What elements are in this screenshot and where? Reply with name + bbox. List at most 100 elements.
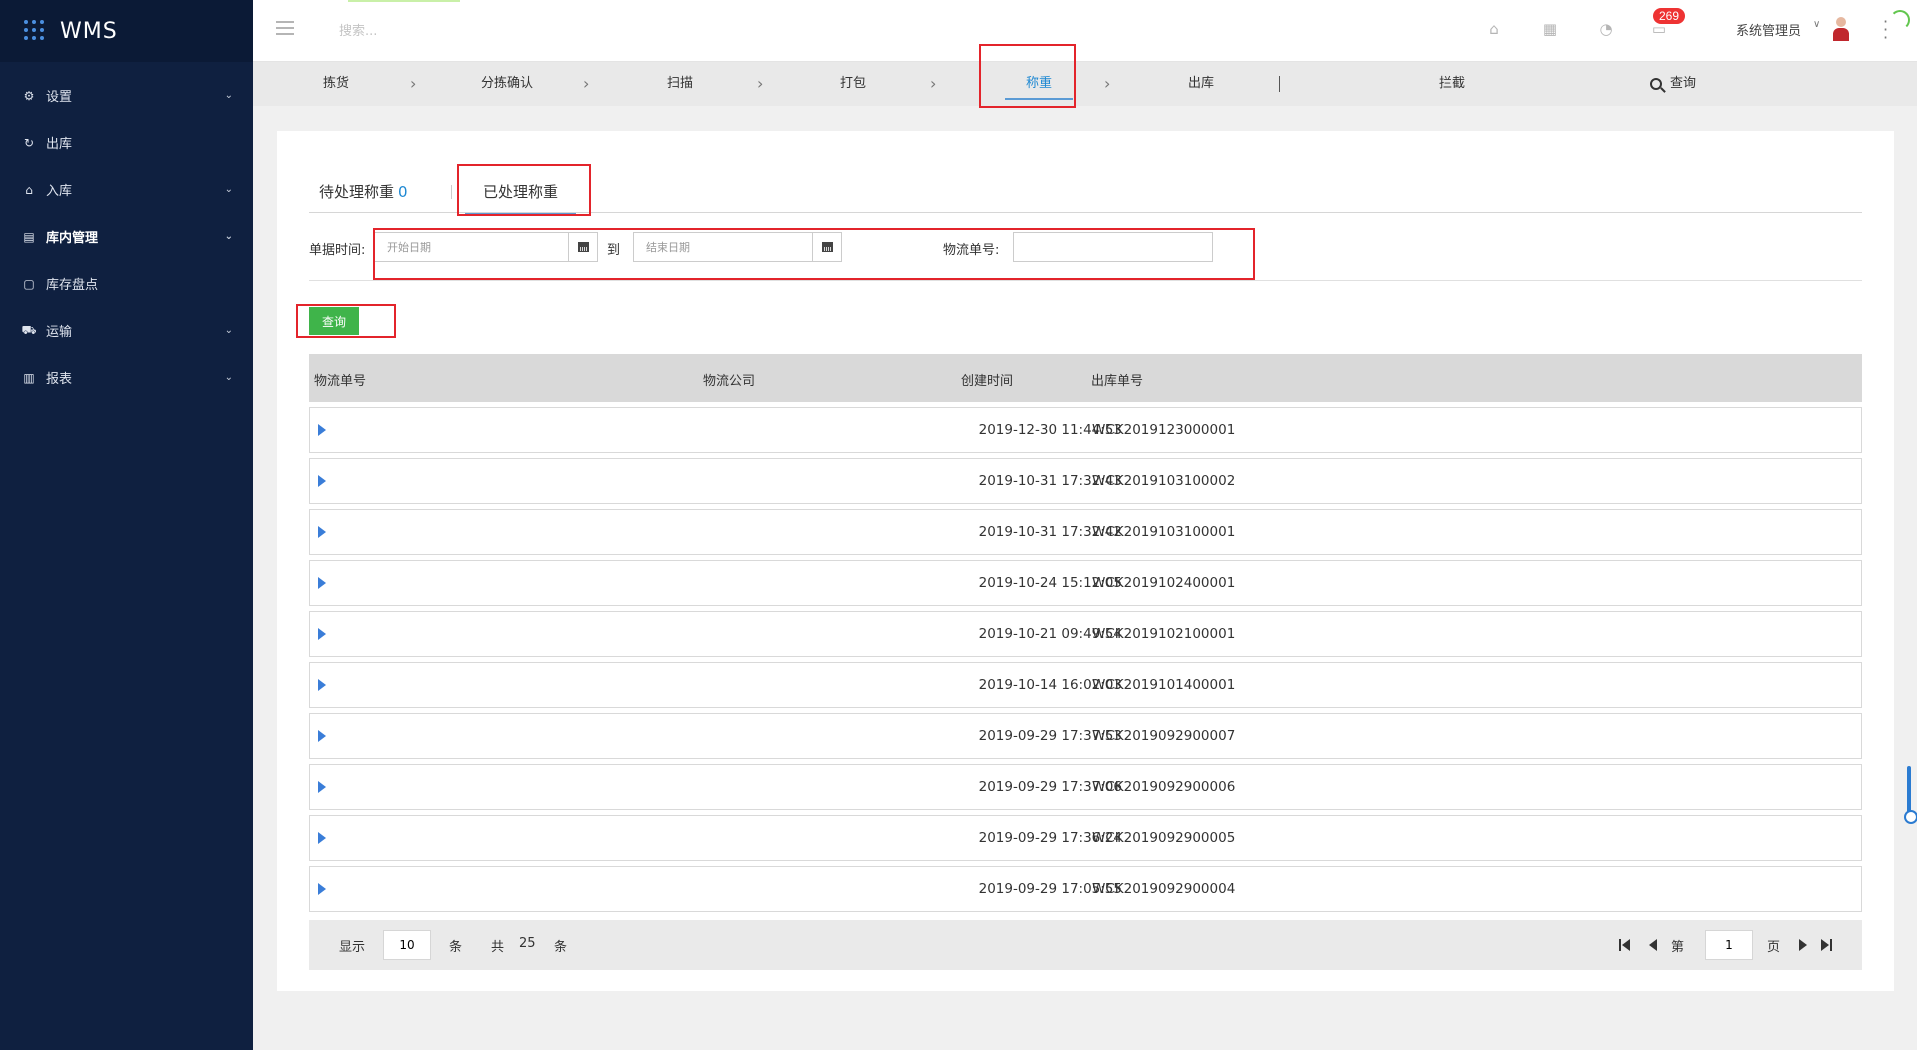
step-query[interactable]: 查询 [1650,62,1696,106]
sidebar-item-0[interactable]: ⚙ 设置 ⌄ [0,72,253,119]
end-date-input[interactable] [633,232,813,262]
table-row[interactable]: 2019-09-29 17:36:24 WCK2019092900005 [309,815,1862,861]
sidebar-item-label: 入库 [46,184,73,199]
last-page-icon[interactable] [1821,939,1833,951]
expand-row-icon[interactable] [318,526,326,538]
next-page-icon[interactable] [1797,939,1809,951]
start-date-input[interactable] [374,232,569,262]
chevron-down-icon: ⌄ [224,184,233,195]
sidebar-item-2[interactable]: ⌂ 入库 ⌄ [0,166,253,213]
sidebar-menu: ⚙ 设置 ⌄ ↻ 出库 ⌂ 入库 ⌄ ▤ 库内管理 ⌄ ▢ 库存盘点 ⛟ 运输 ⌄ ▥ 报表 ⌄ [0,72,253,401]
table-row[interactable]: 2019-10-31 17:32:43 WCK2019103100002 [309,458,1862,504]
search-input[interactable] [339,19,579,43]
chevron-down-icon: ⌄ [224,372,233,383]
expand-row-icon[interactable] [318,781,326,793]
cell-outbound-no: WCK2019101400001 [1092,677,1236,693]
chevron-right-icon: › [583,74,590,93]
table-row[interactable]: 2019-12-30 11:44:53 WCK2019123000001 [309,407,1862,453]
step-ship[interactable]: 出库 [1175,62,1227,106]
sidebar-item-label: 运输 [46,325,73,340]
tracking-no-input[interactable] [1013,232,1213,262]
expand-row-icon[interactable] [318,679,326,691]
tab-pending-label: 待处理称重 [319,183,395,201]
first-page-icon[interactable] [1619,939,1631,951]
tab-pending-weighing[interactable]: 待处理称重 0 [319,181,408,202]
current-page-input[interactable] [1705,930,1753,960]
chevron-right-icon: › [1104,74,1111,93]
avatar[interactable] [1833,17,1849,41]
sidebar-item-1[interactable]: ↻ 出库 [0,119,253,166]
gear-icon: ⚙ [23,88,35,103]
tracking-no-label: 物流单号: [943,243,1000,258]
notification-badge: 269 [1653,8,1686,24]
col-carrier: 物流公司 [703,374,756,389]
table-row[interactable]: 2019-10-31 17:32:42 WCK2019103100001 [309,509,1862,555]
tab-processed-weighing[interactable]: 已处理称重 [464,181,577,215]
weighing-panel: 待处理称重0 已处理称重 单据时间: 到 物流单号: 查询 物流单号 物流公司 … [277,131,1894,991]
step-scan[interactable]: 扫描 [654,62,706,106]
step-weigh[interactable]: 称重 [993,62,1085,106]
page-size-input[interactable] [383,930,431,960]
table-row[interactable]: 2019-09-29 17:05:55 WCK2019092900004 [309,866,1862,912]
sidebar-item-3[interactable]: ▤ 库内管理 ⌄ [0,213,253,260]
sidebar-item-6[interactable]: ▥ 报表 ⌄ [0,354,253,401]
table-row[interactable]: 2019-09-29 17:37:06 WCK2019092900006 [309,764,1862,810]
chevron-down-icon[interactable]: ∨ [1813,19,1820,30]
table-row[interactable]: 2019-10-21 09:49:54 WCK2019102100001 [309,611,1862,657]
table-body: 2019-12-30 11:44:53 WCK2019123000001 2019-… [309,407,1862,912]
app-title: WMS [60,18,118,44]
expand-row-icon[interactable] [318,832,326,844]
step-intercept[interactable]: 拦截 [1426,62,1478,106]
expand-row-icon[interactable] [318,628,326,640]
prev-page-icon[interactable] [1647,939,1659,951]
scroll-handle[interactable] [1904,766,1917,824]
chevron-right-icon: › [757,74,764,93]
expand-row-icon[interactable] [318,577,326,589]
start-calendar-button[interactable] [568,232,598,262]
end-calendar-button[interactable] [812,232,842,262]
brand[interactable]: WMS [0,0,253,62]
more-vertical-icon[interactable]: · · · [1883,14,1888,46]
chevron-down-icon: ⌄ [224,325,233,336]
cell-outbound-no: WCK2019092900007 [1092,728,1236,744]
loading-bar [348,0,460,2]
bar-chart-icon: ▥ [23,370,35,385]
expand-row-icon[interactable] [318,730,326,742]
table-row[interactable]: 2019-10-24 15:12:05 WCK2019102400001 [309,560,1862,606]
table-row[interactable]: 2019-10-14 16:02:03 WCK2019101400001 [309,662,1862,708]
menu-toggle-icon[interactable] [276,21,294,35]
expand-row-icon[interactable] [318,475,326,487]
table-row[interactable]: 2019-09-29 17:37:53 WCK2019092900007 [309,713,1862,759]
step-pick[interactable]: 拣货 [310,62,362,106]
inbound-icon: ⌂ [25,182,33,197]
chevron-right-icon: › [410,74,417,93]
show-label: 显示 [339,940,366,955]
truck-icon: ⛟ [21,322,37,337]
step-sort-confirm[interactable]: 分拣确认 [471,62,543,106]
step-pack[interactable]: 打包 [827,62,879,106]
cell-outbound-no: WCK2019102100001 [1092,626,1236,642]
pending-count: 0 [398,183,408,201]
sidebar-item-5[interactable]: ⛟ 运输 ⌄ [0,307,253,354]
sidebar-item-label: 报表 [46,372,73,387]
weighing-tabs: 待处理称重 0 已处理称重 [309,167,1862,215]
sidebar-item-4[interactable]: ▢ 库存盘点 [0,260,253,307]
query-button[interactable]: 查询 [309,307,359,335]
home-icon[interactable]: ⌂ [1485,20,1503,38]
tab-divider [451,185,452,199]
apps-icon[interactable]: ▦ [1541,20,1559,38]
bell-icon[interactable]: ◔ [1597,20,1615,38]
calendar-icon [577,242,589,252]
expand-row-icon[interactable] [318,883,326,895]
expand-row-icon[interactable] [318,424,326,436]
chevron-right-icon: › [930,74,937,93]
cell-outbound-no: WCK2019123000001 [1092,422,1236,438]
sidebar-item-label: 出库 [46,137,73,152]
spinner-icon [1890,10,1910,30]
top-bar: ⌂ ▦ ◔ ▭ 269 系统管理员 ∨ ··· [253,0,1917,62]
filter-bar: 单据时间: 到 物流单号: [309,229,1862,281]
user-name[interactable]: 系统管理员 [1736,20,1801,39]
per-unit-label: 条 [449,940,463,955]
cell-outbound-no: WCK2019103100002 [1092,473,1236,489]
sidebar: WMS ⚙ 设置 ⌄ ↻ 出库 ⌂ 入库 ⌄ ▤ 库内管理 ⌄ ▢ 库存盘点 ⛟ 运输 ⌄ ▥ 报表 ⌄ [0,0,253,1050]
